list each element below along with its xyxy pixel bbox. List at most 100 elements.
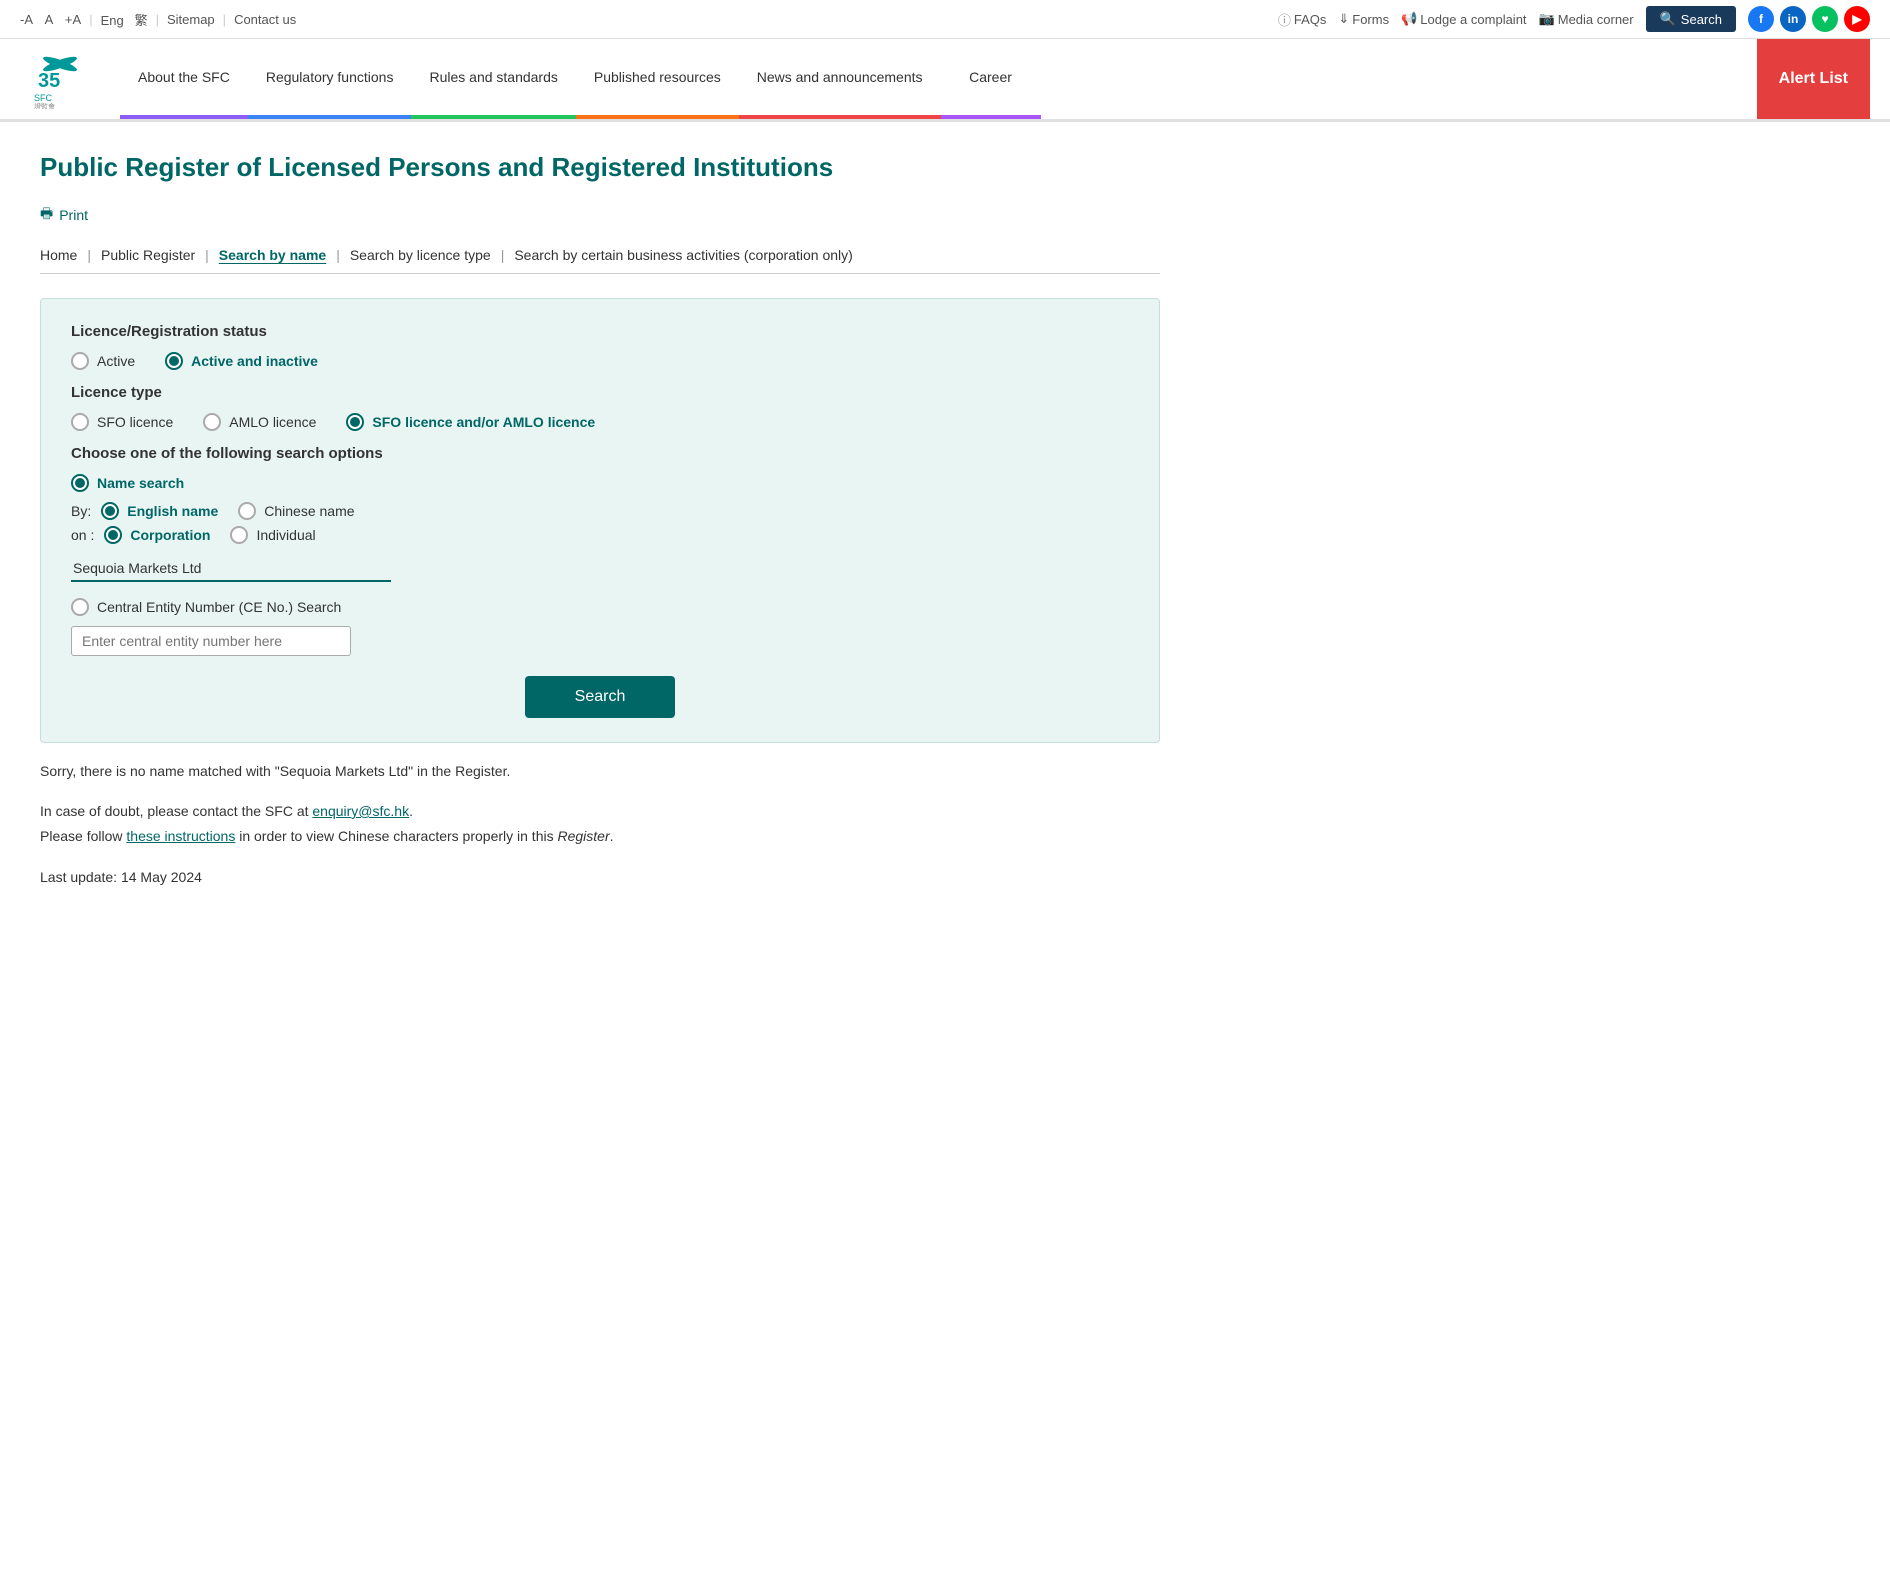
media-corner-link[interactable]: 📷 Media corner: [1539, 11, 1634, 27]
sfc-logo[interactable]: 35 SFC 證監會: [20, 49, 100, 109]
register-italic: Register: [558, 828, 610, 844]
lang-trad[interactable]: 繁: [135, 13, 148, 28]
breadcrumb-search-by-name[interactable]: Search by name: [219, 247, 326, 263]
top-bar-right: ⓘ FAQs ⇓ Forms 📢 Lodge a complaint 📷 Med…: [1278, 6, 1870, 32]
instructions-link[interactable]: these instructions: [126, 828, 235, 844]
licence-section-label: Licence type: [71, 384, 1129, 401]
radio-individual-outer: [230, 526, 248, 544]
nav-regulatory[interactable]: Regulatory functions: [248, 39, 412, 119]
radio-corporation-label: Corporation: [130, 527, 210, 543]
radio-sfo[interactable]: SFO licence: [71, 413, 173, 431]
radio-amlo-outer: [203, 413, 221, 431]
radio-ce-label: Central Entity Number (CE No.) Search: [97, 599, 341, 615]
top-utility-bar: -A A +A | Eng 繁 | Sitemap | Contact us ⓘ…: [0, 0, 1890, 39]
nav-items: About the SFC Regulatory functions Rules…: [120, 39, 1757, 119]
radio-both-outer: [346, 413, 364, 431]
last-update: Last update: 14 May 2024: [40, 869, 1160, 885]
youtube-icon[interactable]: ▶: [1844, 6, 1870, 32]
info-line1-pre: In case of doubt, please contact the SFC…: [40, 803, 312, 819]
wechat-icon[interactable]: ♥: [1812, 6, 1838, 32]
radio-active-inactive-outer: [165, 352, 183, 370]
font-increase[interactable]: +A: [65, 12, 81, 27]
radio-english-label: English name: [127, 503, 218, 519]
status-section-label: Licence/Registration status: [71, 323, 1129, 340]
radio-name-search-inner: [75, 478, 85, 488]
linkedin-icon[interactable]: in: [1780, 6, 1806, 32]
print-icon: 🖶: [40, 203, 53, 227]
nav-rules[interactable]: Rules and standards: [411, 39, 575, 119]
radio-individual-label: Individual: [256, 527, 315, 543]
radio-sfo-label: SFO licence: [97, 414, 173, 430]
top-bar-left: -A A +A | Eng 繁 | Sitemap | Contact us: [20, 10, 296, 29]
faqs-link[interactable]: ⓘ FAQs: [1278, 10, 1327, 29]
megaphone-icon: 📢: [1401, 11, 1417, 27]
page-title: Public Register of Licensed Persons and …: [40, 152, 1160, 183]
info-line2-post: in order to view Chinese characters prop…: [235, 828, 557, 844]
forms-link[interactable]: ⇓ Forms: [1338, 11, 1389, 27]
name-search-input[interactable]: [71, 556, 391, 582]
svg-text:35: 35: [38, 70, 60, 92]
breadcrumb-public-register[interactable]: Public Register: [101, 247, 195, 263]
by-row: By: English name Chinese name: [71, 502, 1129, 520]
on-label: on :: [71, 527, 94, 543]
error-message: Sorry, there is no name matched with "Se…: [40, 763, 1160, 779]
ce-number-input[interactable]: [71, 626, 351, 656]
alert-list-button[interactable]: Alert List: [1757, 39, 1870, 119]
radio-active-inactive-label: Active and inactive: [191, 353, 318, 369]
search-button-top[interactable]: 🔍 Search: [1646, 6, 1736, 32]
nav-news[interactable]: News and announcements: [739, 39, 941, 119]
nav-published[interactable]: Published resources: [576, 39, 739, 119]
radio-ce-search[interactable]: Central Entity Number (CE No.) Search: [71, 598, 1129, 616]
radio-chinese-outer: [238, 502, 256, 520]
contact-link[interactable]: Contact us: [234, 12, 296, 27]
print-link[interactable]: 🖶 Print: [40, 203, 1160, 227]
radio-sfo-outer: [71, 413, 89, 431]
image-icon: 📷: [1539, 11, 1555, 27]
search-button-main[interactable]: Search: [525, 676, 676, 718]
social-icons: f in ♥ ▶: [1748, 6, 1870, 32]
search-options-label: Choose one of the following search optio…: [71, 445, 1129, 462]
radio-chinese-name[interactable]: Chinese name: [238, 502, 354, 520]
radio-name-search-label: Name search: [97, 475, 184, 491]
breadcrumb-home[interactable]: Home: [40, 247, 77, 263]
radio-ce-outer: [71, 598, 89, 616]
status-radio-row: Active Active and inactive: [71, 352, 1129, 370]
on-row: on : Corporation Individual: [71, 526, 1129, 544]
info-line2-end: .: [610, 828, 614, 844]
radio-active-inactive-inner: [169, 356, 179, 366]
download-icon: ⇓: [1338, 11, 1349, 27]
info-line1-post: .: [409, 803, 413, 819]
radio-corporation[interactable]: Corporation: [104, 526, 210, 544]
question-icon: ⓘ: [1278, 10, 1291, 29]
nav-about[interactable]: About the SFC: [120, 39, 248, 119]
radio-active-label: Active: [97, 353, 135, 369]
radio-amlo[interactable]: AMLO licence: [203, 413, 316, 431]
radio-corporation-inner: [108, 530, 118, 540]
nav-career[interactable]: Career: [941, 39, 1041, 119]
radio-english-name[interactable]: English name: [101, 502, 218, 520]
facebook-icon[interactable]: f: [1748, 6, 1774, 32]
info-line2-pre: Please follow: [40, 828, 126, 844]
radio-english-outer: [101, 502, 119, 520]
lang-eng[interactable]: Eng: [101, 13, 124, 28]
radio-english-inner: [105, 506, 115, 516]
radio-active-inactive[interactable]: Active and inactive: [165, 352, 318, 370]
radio-both-inner: [350, 417, 360, 427]
radio-both[interactable]: SFO licence and/or AMLO licence: [346, 413, 595, 431]
radio-active[interactable]: Active: [71, 352, 135, 370]
radio-corporation-outer: [104, 526, 122, 544]
svg-text:證監會: 證監會: [34, 102, 55, 109]
radio-chinese-label: Chinese name: [264, 503, 354, 519]
radio-name-search[interactable]: Name search: [71, 474, 1129, 492]
font-controls: -A A +A: [20, 12, 81, 27]
sitemap-link[interactable]: Sitemap: [167, 12, 215, 27]
lodge-complaint-link[interactable]: 📢 Lodge a complaint: [1401, 11, 1526, 27]
breadcrumb-search-by-business[interactable]: Search by certain business activities (c…: [514, 247, 853, 263]
breadcrumb-search-by-licence[interactable]: Search by licence type: [350, 247, 491, 263]
email-link[interactable]: enquiry@sfc.hk: [312, 803, 409, 819]
radio-individual[interactable]: Individual: [230, 526, 315, 544]
svg-text:SFC: SFC: [34, 93, 53, 103]
by-label: By:: [71, 503, 91, 519]
font-normal[interactable]: A: [45, 12, 54, 27]
font-decrease[interactable]: -A: [20, 12, 33, 27]
